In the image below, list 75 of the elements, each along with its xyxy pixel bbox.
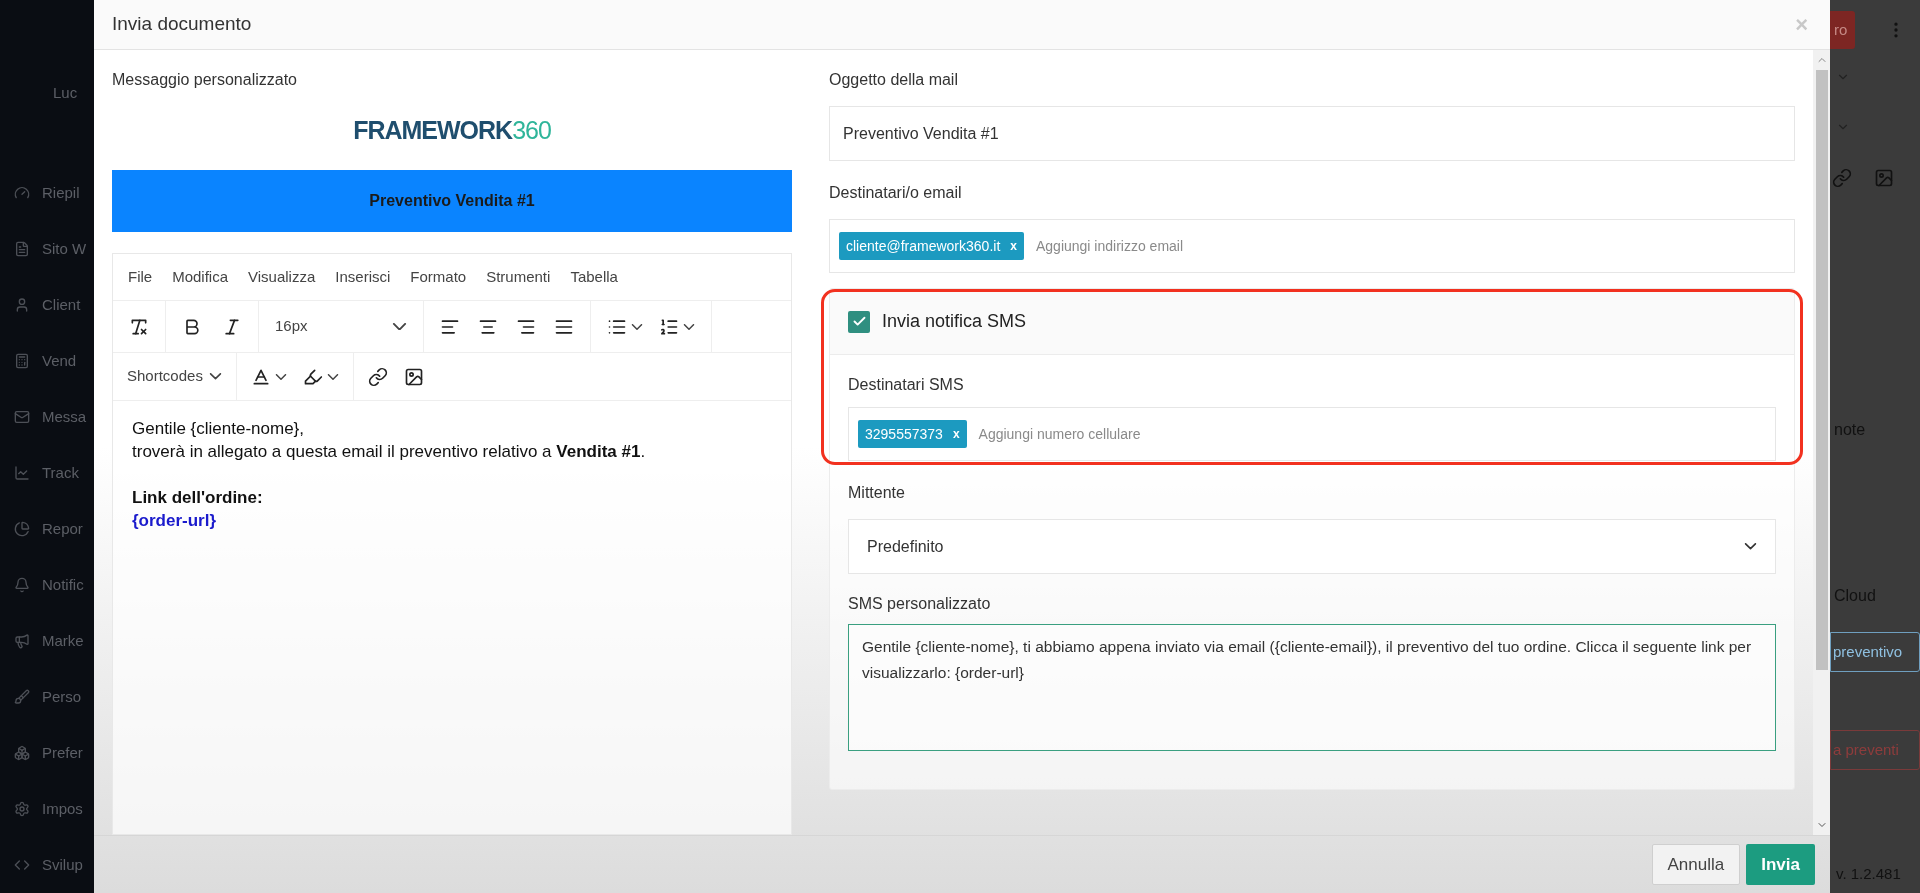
editor-menu-item[interactable]: File [128, 265, 153, 289]
gauge-icon [14, 185, 30, 201]
checkbox-label: Invia notifica SMS [882, 310, 1027, 333]
editor-heading: Link dell'ordine: [132, 487, 264, 509]
sender-dropdown[interactable]: Predefinito [848, 519, 1776, 574]
pie-chart-icon [14, 521, 30, 537]
sidebar-item[interactable]: Sito W [0, 221, 94, 277]
email-banner: Preventivo Vendita #1 [112, 170, 792, 232]
subject-field[interactable]: Preventivo Vendita #1 [829, 106, 1795, 161]
field-label: Destinatari SMS [848, 375, 965, 395]
editor-text: troverà in allegato a questa email il preventivo relativo a Vendita #1. [132, 441, 647, 463]
input-placeholder: Aggiungi numero cellulare [978, 424, 1141, 444]
top-action-button[interactable]: ro [1830, 11, 1856, 49]
sidebar-item[interactable]: Messa [0, 389, 94, 445]
sidebar-item[interactable]: Marke [0, 613, 94, 669]
caret-icon [326, 373, 339, 380]
brush-icon [14, 689, 30, 705]
line-chart-icon [14, 465, 30, 481]
editor-menu-item[interactable]: Formato [410, 265, 467, 289]
order-url-link[interactable]: {order-url} [132, 509, 217, 532]
sidebar-item[interactable]: Notific [0, 557, 94, 613]
caret-icon [683, 323, 695, 330]
megaphone-icon [14, 633, 30, 649]
caret-icon [631, 323, 643, 330]
remove-tag-button[interactable]: x [1010, 237, 1017, 255]
user-name: Luc [53, 83, 78, 104]
field-label: SMS personalizzato [848, 594, 992, 614]
remove-tag-button[interactable]: x [952, 425, 960, 443]
caret-icon [208, 373, 222, 380]
editor-menu-item[interactable]: Visualizza [248, 265, 316, 289]
editor-text: Gentile {cliente-nome}, [132, 418, 305, 440]
cancel-button[interactable]: Annulla [1651, 844, 1741, 885]
sidebar-item[interactable]: Client [0, 277, 94, 333]
settings-icon [14, 801, 30, 817]
caret-icon [392, 322, 407, 331]
editor-menu-item[interactable]: Strumenti [486, 265, 551, 289]
tag-input-field[interactable]: cliente@framework360.it x Aggiungi indirizzo email [829, 219, 1795, 273]
code-icon [14, 857, 30, 873]
check-icon [851, 314, 867, 329]
outline-button[interactable]: preventivo [1830, 632, 1920, 672]
sidebar-item[interactable]: Prefer [0, 725, 94, 781]
caret-icon [274, 373, 287, 380]
field-label: Mittente [848, 483, 906, 503]
shortcodes-dropdown[interactable]: Shortcodes [113, 353, 237, 400]
sidebar-item[interactable]: Repor [0, 501, 94, 557]
sidebar-item[interactable]: Svilup [0, 837, 94, 893]
input-placeholder: Aggiungi indirizzo email [1035, 236, 1184, 256]
sidebar-item[interactable]: Impos [0, 781, 94, 837]
document-icon [14, 241, 30, 257]
framework-logo: FRAMEWORK360 [353, 115, 551, 147]
recipient-tag: 3295557373 x [858, 420, 967, 448]
field-label: Destinatari/o email [829, 183, 963, 203]
envelope-icon [14, 409, 30, 425]
highlighter-icon [302, 366, 323, 387]
sms-checkbox[interactable] [848, 310, 870, 333]
field-label: Messaggio personalizzato [112, 70, 298, 90]
tag-input-field[interactable]: 3295557373 x Aggiungi numero cellulare [848, 407, 1776, 461]
caret-icon [1744, 543, 1757, 550]
sidebar-item[interactable]: Riepil [0, 165, 94, 221]
font-size-dropdown[interactable]: 16px [259, 301, 424, 352]
editor-menu-item[interactable]: Inserisci [335, 265, 391, 289]
calculator-icon [14, 353, 30, 369]
sidebar-item[interactable]: Track [0, 445, 94, 501]
editor-menu-item[interactable]: Modifica [172, 265, 229, 289]
person-icon [14, 297, 30, 313]
field-label: Oggetto della mail [829, 70, 959, 90]
dialog-title: Invia documento [112, 12, 252, 37]
sidebar-item[interactable]: Vend [0, 333, 94, 389]
bell-icon [14, 577, 30, 593]
sidebar-item[interactable]: Perso [0, 669, 94, 725]
send-button[interactable]: Invia [1746, 844, 1815, 885]
recipient-tag: cliente@framework360.it x [839, 232, 1024, 260]
sms-text-area[interactable]: Gentile {cliente-nome}, ti abbiamo appena inviato via email ({cliente-email}), il preventivo del tuo ordine. Clicca il seguente link per visualizzarlo: {order-url} [848, 624, 1776, 751]
editor-menu-item[interactable]: Tabella [570, 265, 618, 289]
cubes-icon [14, 745, 30, 761]
